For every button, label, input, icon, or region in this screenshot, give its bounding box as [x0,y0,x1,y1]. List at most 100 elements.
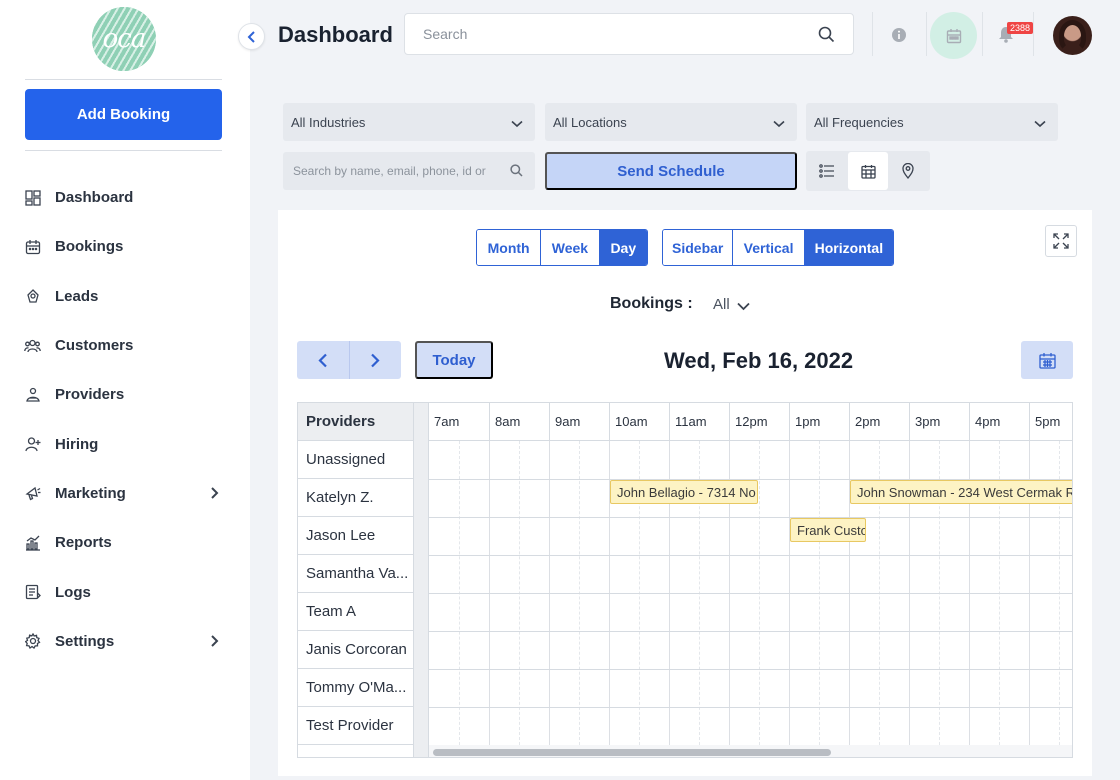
sidebar-item-logs[interactable]: Logs [0,567,250,616]
add-booking-button[interactable]: Add Booking [25,89,222,140]
provider-row[interactable]: Katelyn Z. [298,479,413,517]
chevron-right-icon [371,353,380,367]
calendar-view-button[interactable] [848,152,888,190]
divider [25,150,222,151]
hour-label: 10am [609,403,669,441]
bookings-filter-value[interactable]: All [713,296,730,313]
map-pin-icon [902,163,914,179]
sidebar-item-label: Leads [55,287,99,305]
customers-icon [24,337,41,354]
company-logo[interactable]: oca [92,7,156,71]
hour-label: 5pm [1029,403,1072,441]
booking-event[interactable]: John Bellagio - 7314 No [610,480,758,504]
range-day-button[interactable]: Day [599,230,647,265]
provider-row[interactable]: Samantha Va... [298,555,413,593]
layout-segmented: Sidebar Vertical Horizontal [662,229,894,266]
map-view-button[interactable] [888,152,928,190]
frequencies-select[interactable]: All Frequencies [806,103,1058,141]
global-search-input[interactable]: Search [404,13,854,55]
chevron-down-icon [511,116,523,131]
dashboard-icon [24,189,41,206]
list-icon [819,164,834,178]
row-line [429,517,1072,518]
hour-label: 1pm [789,403,849,441]
collapse-sidebar-button[interactable] [238,23,265,50]
expand-icon [1053,233,1069,249]
hour-label: 2pm [849,403,909,441]
search-icon[interactable] [510,164,523,180]
header-divider [1033,12,1034,56]
provider-row[interactable]: Jason Lee [298,517,413,555]
layout-horizontal-button[interactable]: Horizontal [804,230,893,265]
calendar-icon [946,28,961,43]
search-placeholder: Search [423,26,468,42]
divider [25,79,222,80]
calendar-icon [24,238,41,255]
current-date-title: Wed, Feb 16, 2022 [664,348,854,373]
sidebar-item-providers[interactable]: Providers [0,370,250,419]
chevron-down-icon [773,116,785,131]
sidebar-item-leads[interactable]: Leads [0,272,250,321]
sidebar-item-marketing[interactable]: Marketing [0,469,250,518]
next-day-button[interactable] [349,341,401,379]
provider-row[interactable]: Team A [298,593,413,631]
info-icon[interactable] [891,27,907,48]
row-line [429,593,1072,594]
row-line [429,707,1072,708]
date-nav-group [297,341,401,379]
calendar-shortcut-button[interactable] [930,12,977,59]
sidebar-item-hiring[interactable]: Hiring [0,419,250,468]
sidebar-item-settings[interactable]: Settings [0,617,250,666]
providers-column: Providers Unassigned Katelyn Z. Jason Le… [298,403,414,757]
sidebar-item-bookings[interactable]: Bookings [0,222,250,271]
locations-select[interactable]: All Locations [545,103,797,141]
layout-sidebar-button[interactable]: Sidebar [663,230,734,265]
date-picker-button[interactable] [1021,341,1073,379]
leads-icon [24,288,41,305]
sidebar-nav: Dashboard Bookings Leads Customers Provi… [0,173,250,666]
hour-label: 8am [489,403,549,441]
sidebar-item-label: Logs [55,583,91,601]
range-week-button[interactable]: Week [541,230,600,265]
sidebar-item-label: Customers [55,337,134,355]
search-icon[interactable] [818,26,835,48]
notification-count-badge: 2388 [1007,22,1034,34]
sidebar-item-label: Settings [55,632,115,650]
sidebar-item-label: Reports [55,534,112,552]
user-avatar[interactable] [1053,16,1092,55]
calendar-icon [1038,352,1056,369]
booking-search-placeholder: Search by name, email, phone, id or [293,164,486,178]
calendar-icon [860,164,876,179]
booking-event[interactable]: John Snowman - 234 West Cermak Ro [850,480,1072,504]
sidebar-item-reports[interactable]: Reports [0,518,250,567]
row-line [429,669,1072,670]
fullscreen-button[interactable] [1045,225,1077,257]
layout-vertical-button[interactable]: Vertical [733,230,805,265]
sidebar-item-dashboard[interactable]: Dashboard [0,173,250,222]
bookings-filter-label: Bookings : [610,295,693,312]
prev-day-button[interactable] [297,341,349,379]
provider-row[interactable]: Test Provider [298,707,413,745]
sidebar-item-label: Marketing [55,484,126,502]
today-button[interactable]: Today [415,341,493,379]
industries-select[interactable]: All Industries [283,103,535,141]
send-schedule-button[interactable]: Send Schedule [545,152,797,190]
booking-search-input[interactable]: Search by name, email, phone, id or [283,152,535,190]
provider-row[interactable]: Tommy O'Ma... [298,669,413,707]
hours-header: 7am 8am 9am 10am 11am 12pm 1pm 2pm 3pm 4pm 5pm [429,403,1072,441]
chevron-down-icon[interactable] [737,298,750,316]
hour-label: 11am [669,403,729,441]
range-month-button[interactable]: Month [477,230,542,265]
list-view-button[interactable] [807,152,847,190]
horizontal-scrollbar[interactable] [429,745,1072,757]
row-line [429,555,1072,556]
timeline-area[interactable]: 7am 8am 9am 10am 11am 12pm 1pm 2pm 3pm 4pm 5pm Joh… [429,403,1072,757]
provider-row[interactable]: Janis Corcoran [298,631,413,669]
sidebar-item-customers[interactable]: Customers [0,321,250,370]
header-divider [982,12,983,56]
booking-event[interactable]: Frank Custo [790,518,866,542]
scrollbar-thumb[interactable] [433,749,831,756]
gear-icon [24,633,41,650]
row-line [429,631,1072,632]
provider-row[interactable]: Unassigned [298,441,413,479]
